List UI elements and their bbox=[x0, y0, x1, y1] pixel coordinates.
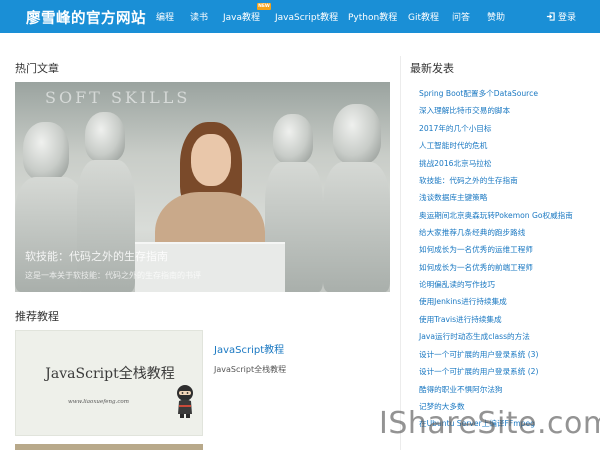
list-item[interactable]: 论明偏乱读的写作技巧 bbox=[419, 276, 595, 293]
list-item[interactable]: 2017年的几个小目标 bbox=[419, 120, 595, 137]
robot-figure bbox=[333, 104, 381, 164]
nav-reading[interactable]: 读书 bbox=[190, 10, 208, 23]
course-link[interactable]: JavaScript教程 bbox=[214, 341, 284, 356]
nav-java-tutorial[interactable]: Java教程 bbox=[223, 10, 260, 23]
latest-heading: 最新发表 bbox=[410, 62, 454, 75]
nav-qa[interactable]: 问答 bbox=[452, 10, 470, 23]
course-thumbnail-url: www.liaoxuefeng.com bbox=[68, 399, 129, 405]
list-item[interactable]: Java运行时动态生成class的方法 bbox=[419, 328, 595, 345]
list-item[interactable]: 挑战2016北京马拉松 bbox=[419, 155, 595, 172]
sign-in-icon bbox=[546, 12, 555, 24]
list-item[interactable]: 软技能：代码之外的生存指南 bbox=[419, 172, 595, 189]
nav-sponsor[interactable]: 赞助 bbox=[487, 10, 505, 23]
list-item[interactable]: 人工智能时代的危机 bbox=[419, 137, 595, 154]
robot-figure bbox=[23, 122, 69, 180]
course-thumbnail-title: JavaScript全栈教程 bbox=[45, 366, 175, 382]
course-thumbnail[interactable]: JavaScript全栈教程 www.liaoxuefeng.com bbox=[15, 330, 203, 436]
list-item[interactable]: 如何成长为一名优秀的运维工程师 bbox=[419, 241, 595, 258]
hot-articles-heading: 热门文章 bbox=[15, 62, 59, 75]
list-item[interactable]: 设计一个可扩展的用户登录系统 (2) bbox=[419, 363, 595, 380]
list-item[interactable]: 酷得的职业不惧阿尔法狗 bbox=[419, 381, 595, 398]
latest-articles-list: Spring Boot配置多个DataSource 深入理解比特币交易的脚本 2… bbox=[419, 85, 595, 433]
list-item[interactable]: 深入理解比特币交易的脚本 bbox=[419, 102, 595, 119]
robot-figure bbox=[323, 162, 390, 292]
featured-article-banner[interactable]: SOFT SKILLS 软技能：代码之外的生存指南 这是一本关于软技能：代码之外… bbox=[15, 82, 390, 292]
course-thumbnail-partial[interactable] bbox=[15, 444, 203, 450]
list-item[interactable]: Spring Boot配置多个DataSource bbox=[419, 85, 595, 102]
site-brand[interactable]: 廖雪峰的官方网站 bbox=[26, 7, 146, 28]
list-item[interactable]: 奥运期间北京奥森玩转Pokemon Go权威指南 bbox=[419, 207, 595, 224]
ninja-mascot-icon bbox=[177, 385, 193, 418]
list-item[interactable]: 浅谈数据库主键策略 bbox=[419, 189, 595, 206]
banner-watermark: SOFT SKILLS bbox=[45, 88, 191, 107]
list-item[interactable]: 给大家推荐几条经典的跑步路线 bbox=[419, 224, 595, 241]
login-link[interactable]: 登录 bbox=[546, 10, 576, 24]
list-item[interactable]: 设计一个可扩展的用户登录系统 (3) bbox=[419, 346, 595, 363]
nav-python-tutorial[interactable]: Python教程 bbox=[348, 10, 397, 23]
nav-javascript-tutorial[interactable]: JavaScript教程 bbox=[275, 10, 338, 23]
nav-programming[interactable]: 编程 bbox=[156, 10, 174, 23]
robot-figure bbox=[273, 114, 313, 164]
robot-figure bbox=[85, 112, 125, 162]
list-item[interactable]: 使用Travis进行持续集成 bbox=[419, 311, 595, 328]
site-watermark: IShareSite.com bbox=[379, 406, 600, 441]
nav-git-tutorial[interactable]: Git教程 bbox=[408, 10, 439, 23]
top-navbar: 廖雪峰的官方网站 编程 读书 Java教程 NEW JavaScript教程 P… bbox=[0, 0, 600, 33]
recommended-heading: 推荐教程 bbox=[15, 310, 59, 323]
login-label: 登录 bbox=[557, 13, 576, 23]
banner-subtitle: 这是一本关于软技能：代码之外的生存指南的书评 bbox=[25, 271, 201, 280]
list-item[interactable]: 如何成长为一名优秀的前端工程师 bbox=[419, 259, 595, 276]
banner-caption[interactable]: 软技能：代码之外的生存指南 bbox=[25, 248, 168, 264]
list-item[interactable]: 使用Jenkins进行持续集成 bbox=[419, 293, 595, 310]
course-description: JavaScript全栈教程 bbox=[214, 365, 287, 374]
new-badge: NEW bbox=[257, 3, 271, 10]
column-divider bbox=[400, 56, 401, 450]
